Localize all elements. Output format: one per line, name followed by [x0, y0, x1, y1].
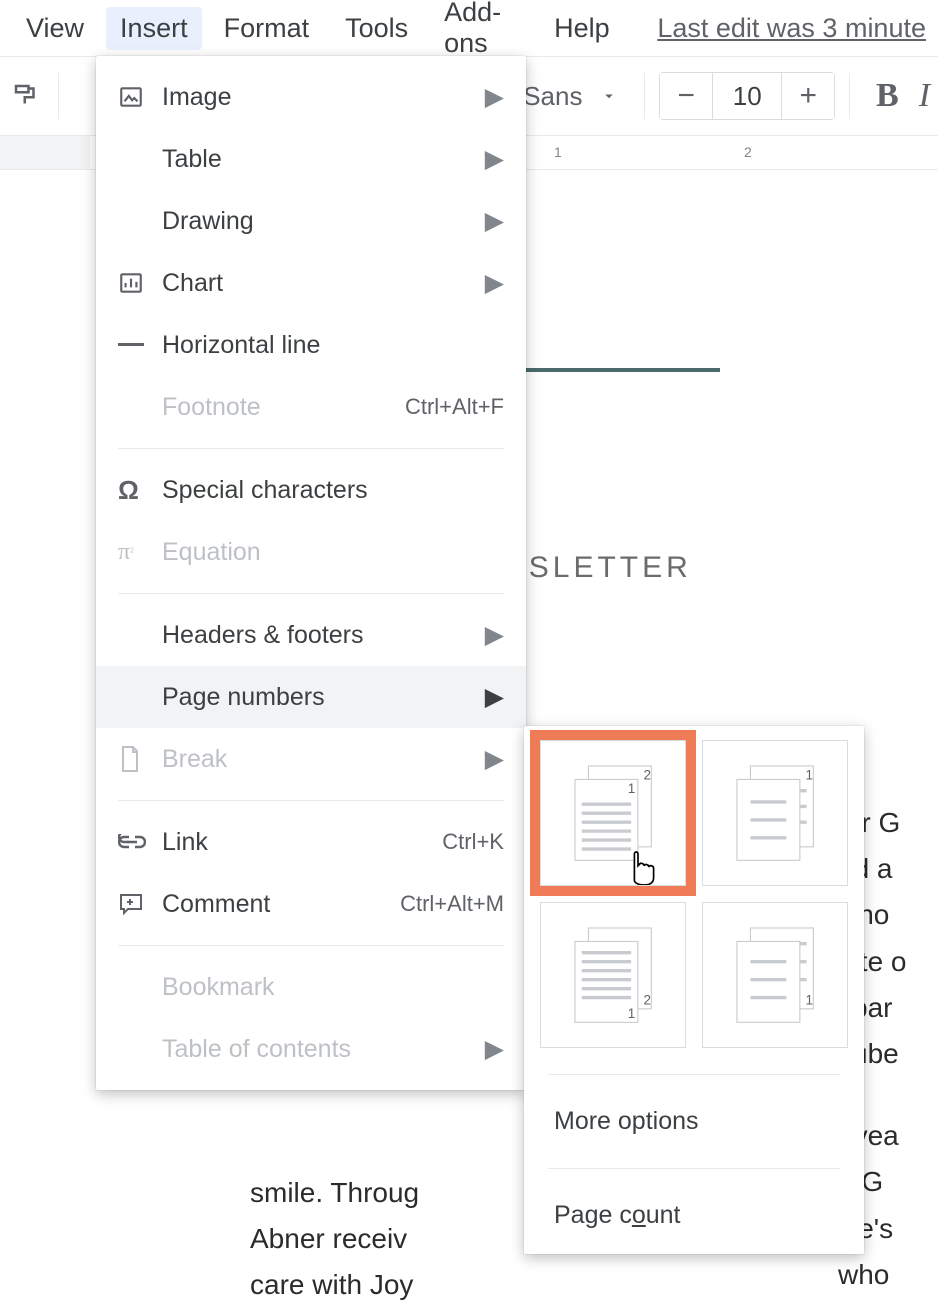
menu-label: Horizontal line: [162, 331, 504, 360]
menu-item-link[interactable]: Link Ctrl+K: [96, 811, 526, 873]
menu-label: Chart: [162, 269, 504, 298]
image-icon: [118, 84, 162, 110]
pagenum-option-top-right-skip-first[interactable]: 1: [702, 740, 848, 886]
chevron-right-icon: ▶: [485, 206, 504, 236]
chevron-right-icon: ▶: [485, 744, 504, 774]
svg-text:2: 2: [643, 992, 651, 1007]
svg-text:1: 1: [805, 767, 813, 782]
font-size-input[interactable]: [712, 73, 782, 119]
link-icon: [118, 834, 162, 850]
chevron-right-icon: ▶: [485, 82, 504, 112]
page-break-icon: [118, 745, 162, 773]
chevron-right-icon: ▶: [485, 268, 504, 298]
font-size-decrease[interactable]: −: [660, 73, 712, 119]
menu-item-chart[interactable]: Chart ▶: [96, 252, 526, 314]
menu-item-equation: π² Equation: [96, 521, 526, 583]
svg-text:1: 1: [628, 1006, 636, 1021]
menu-label: Special characters: [162, 476, 504, 505]
menu-help[interactable]: Help: [540, 7, 624, 50]
pi-icon: π²: [118, 539, 162, 566]
cursor-pointer-icon: [623, 837, 665, 885]
menu-label: Table: [162, 145, 504, 174]
chevron-right-icon: ▶: [485, 620, 504, 650]
chevron-right-icon: ▶: [485, 1034, 504, 1064]
menu-insert[interactable]: Insert: [106, 7, 202, 50]
shortcut: Ctrl+K: [442, 829, 504, 855]
font-size-increase[interactable]: +: [782, 73, 834, 119]
last-edit-link[interactable]: Last edit was 3 minute: [657, 13, 926, 44]
svg-text:1: 1: [628, 781, 636, 796]
menu-label: Page numbers: [162, 683, 504, 712]
chart-icon: [118, 270, 162, 296]
menu-item-comment[interactable]: Comment Ctrl+Alt+M: [96, 873, 526, 935]
menu-label: Headers & footers: [162, 621, 504, 650]
ruler-mark-2: 2: [744, 144, 752, 160]
svg-text:1: 1: [805, 992, 813, 1007]
pagenum-option-bottom-right-skip-first[interactable]: 1: [702, 902, 848, 1048]
menu-label: Break: [162, 745, 504, 774]
menu-item-headers-footers[interactable]: Headers & footers ▶: [96, 604, 526, 666]
shortcut: Ctrl+Alt+M: [400, 891, 504, 917]
doc-body-bottom: smile. Throug Abner receiv care with Joy: [250, 1170, 419, 1309]
menu-view[interactable]: View: [12, 7, 98, 50]
font-family-label: Sans: [523, 81, 582, 112]
insert-menu-dropdown: Image ▶ Table ▶ Drawing ▶ Chart ▶ Horizo…: [96, 56, 526, 1090]
omega-icon: Ω: [118, 475, 162, 506]
shortcut: Ctrl+Alt+F: [405, 394, 504, 420]
chevron-right-icon: ▶: [485, 682, 504, 712]
comment-icon: [118, 892, 162, 916]
horizontal-line-icon: [118, 343, 162, 347]
pagenum-option-top-right[interactable]: 2 1: [540, 740, 686, 886]
chevron-right-icon: ▶: [485, 144, 504, 174]
menu-item-footnote: Footnote Ctrl+Alt+F: [96, 376, 526, 438]
font-size-stepper[interactable]: − +: [659, 72, 835, 120]
menu-format[interactable]: Format: [210, 7, 324, 50]
paint-format-icon[interactable]: [8, 72, 44, 120]
menu-label: Image: [162, 83, 504, 112]
menu-bar: View Insert Format Tools Add-ons Help La…: [0, 0, 938, 56]
menu-label: Footnote: [162, 393, 405, 422]
italic-button[interactable]: I: [919, 77, 930, 115]
menu-label: Equation: [162, 538, 504, 567]
menu-label: Bookmark: [162, 973, 504, 1002]
menu-label: Table of contents: [162, 1035, 504, 1064]
page-numbers-submenu: 2 1 1: [524, 726, 864, 1254]
font-family-picker[interactable]: Sans: [511, 81, 630, 112]
pagenum-option-bottom-right[interactable]: 2 1: [540, 902, 686, 1048]
menu-label: Comment: [162, 890, 400, 919]
pagenum-more-options[interactable]: More options: [524, 1089, 864, 1154]
menu-item-table-of-contents: Table of contents ▶: [96, 1018, 526, 1080]
menu-item-page-numbers[interactable]: Page numbers ▶: [96, 666, 526, 728]
menu-tools[interactable]: Tools: [331, 7, 422, 50]
menu-item-break: Break ▶: [96, 728, 526, 790]
menu-item-image[interactable]: Image ▶: [96, 66, 526, 128]
ruler-mark-1: 1: [554, 144, 562, 160]
chevron-down-icon: [600, 87, 618, 105]
menu-item-drawing[interactable]: Drawing ▶: [96, 190, 526, 252]
menu-label: Drawing: [162, 207, 504, 236]
bold-button[interactable]: B: [864, 77, 911, 115]
menu-item-horizontal-line[interactable]: Horizontal line: [96, 314, 526, 376]
menu-item-table[interactable]: Table ▶: [96, 128, 526, 190]
menu-item-bookmark: Bookmark: [96, 956, 526, 1018]
menu-label: Link: [162, 828, 442, 857]
menu-item-special-characters[interactable]: Ω Special characters: [96, 459, 526, 521]
pagenum-page-count[interactable]: Page count: [524, 1183, 864, 1248]
svg-text:2: 2: [643, 767, 651, 782]
